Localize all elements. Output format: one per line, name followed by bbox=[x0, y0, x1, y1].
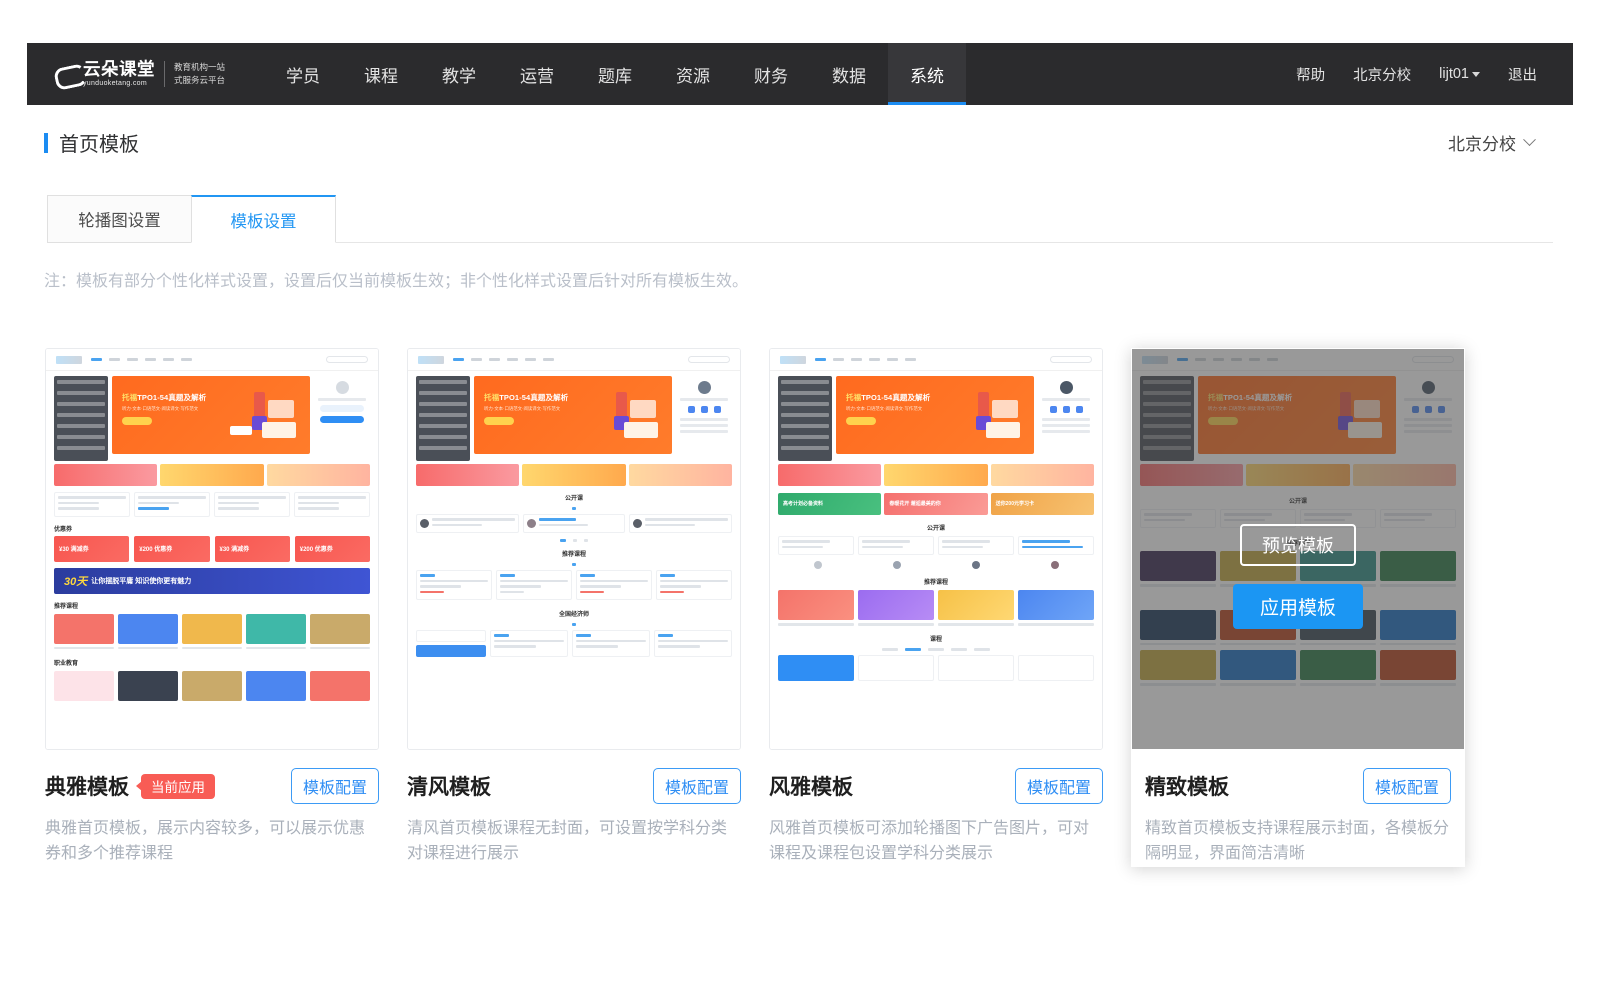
template-config-button[interactable]: 模板配置 bbox=[1015, 768, 1103, 804]
template-card-fengya[interactable]: 托福TPO1-54真题及解析 听力·文本·口语范文·阅读译文·写作范文 bbox=[769, 348, 1103, 867]
template-card-dianya[interactable]: 托福TPO1-54真题及解析 听力·文本·口语范文·阅读译文·写作范文 bbox=[45, 348, 379, 867]
thumb-hero-banner: 托福TPO1-54真题及解析 听力·文本·口语范文·阅读译文·写作范文 bbox=[112, 376, 310, 454]
thumb-section-open-class: 公开课 bbox=[408, 493, 740, 502]
user-menu[interactable]: lijt01 bbox=[1439, 66, 1480, 82]
thumb-ad-banner: 春暖花开 邂逅最美的你 bbox=[884, 493, 987, 515]
template-card-jingzhi[interactable]: 托福TPO1-54真题及解析 听力·文本·口语范文·阅读译文·写作范文 bbox=[1131, 348, 1465, 867]
thumb-section-recommended: 推荐课程 bbox=[770, 577, 1102, 586]
nav-item-resources[interactable]: 资源 bbox=[654, 43, 732, 105]
brand-logo[interactable]: 云朵课堂 yunduoketang.com 教育机构一站 式服务云平台 bbox=[27, 43, 242, 105]
chevron-down-icon bbox=[1472, 72, 1480, 77]
chevron-down-icon bbox=[1523, 133, 1536, 146]
apply-template-button[interactable]: 应用模板 bbox=[1233, 584, 1363, 629]
nav-item-data[interactable]: 数据 bbox=[810, 43, 888, 105]
thumb-search-box bbox=[326, 356, 368, 363]
tab-carousel-settings[interactable]: 轮播图设置 bbox=[47, 195, 192, 243]
template-card-qingfeng[interactable]: 托福TPO1-54真题及解析 听力·文本·口语范文·阅读译文·写作范文 bbox=[407, 348, 741, 867]
thumb-section-open-class: 公开课 bbox=[770, 523, 1102, 532]
nav-item-teaching[interactable]: 教学 bbox=[420, 43, 498, 105]
tab-bar: 轮播图设置 模板设置 bbox=[47, 195, 336, 243]
card-title: 典雅模板 bbox=[45, 771, 129, 801]
card-title: 风雅模板 bbox=[769, 771, 853, 801]
logo-chinese-name: 云朵课堂 bbox=[83, 61, 155, 79]
card-description: 精致首页模板支持课程展示封面，各模板分隔明显，界面简洁清晰 bbox=[1145, 817, 1451, 867]
preview-template-button[interactable]: 预览模板 bbox=[1240, 524, 1356, 566]
thumb-site-header bbox=[408, 349, 740, 371]
template-thumbnail-qingfeng[interactable]: 托福TPO1-54真题及解析 听力·文本·口语范文·阅读译文·写作范文 bbox=[407, 348, 741, 750]
thumb-hero-banner: 托福TPO1-54真题及解析 听力·文本·口语范文·阅读译文·写作范文 bbox=[474, 376, 672, 454]
template-thumbnail-fengya[interactable]: 托福TPO1-54真题及解析 听力·文本·口语范文·阅读译文·写作范文 bbox=[769, 348, 1103, 750]
nav-item-system[interactable]: 系统 bbox=[888, 43, 966, 105]
card-title: 清风模板 bbox=[407, 771, 491, 801]
settings-note: 注：模板有部分个性化样式设置，设置后仅当前模板生效；非个性化样式设置后针对所有模… bbox=[44, 267, 748, 291]
nav-item-courses[interactable]: 课程 bbox=[342, 43, 420, 105]
top-nav-right-group: 帮助 北京分校 lijt01 退出 bbox=[1296, 43, 1573, 105]
thumb-site-header bbox=[46, 349, 378, 371]
template-config-button[interactable]: 模板配置 bbox=[291, 768, 379, 804]
card-title: 精致模板 bbox=[1145, 771, 1229, 801]
template-card-grid: 托福TPO1-54真题及解析 听力·文本·口语范文·阅读译文·写作范文 bbox=[45, 348, 1465, 867]
thumb-site-header bbox=[770, 349, 1102, 371]
card-description: 典雅首页模板，展示内容较多，可以展示优惠券和多个推荐课程 bbox=[45, 817, 379, 867]
thumb-coupon: ¥200 优惠券 bbox=[134, 536, 209, 562]
thumb-ad-banner: 送你200元学习卡 bbox=[991, 493, 1094, 515]
thumb-ad-banner: 高考计划必备资料 bbox=[778, 493, 881, 515]
logo-divider bbox=[164, 61, 165, 87]
template-config-button[interactable]: 模板配置 bbox=[1363, 768, 1451, 804]
title-accent-bar bbox=[44, 133, 48, 153]
template-thumbnail-jingzhi[interactable]: 托福TPO1-54真题及解析 听力·文本·口语范文·阅读译文·写作范文 bbox=[1131, 348, 1465, 750]
branch-selector-value: 北京分校 bbox=[1448, 130, 1516, 155]
page-title-row: 首页模板 bbox=[44, 128, 139, 157]
branch-selector-dropdown[interactable]: 北京分校 bbox=[1448, 130, 1534, 155]
thumb-logo bbox=[780, 356, 806, 364]
card-description: 风雅首页模板可添加轮播图下广告图片，可对课程及课程包设置学科分类展示 bbox=[769, 817, 1103, 867]
thumb-logo bbox=[418, 356, 444, 364]
thumb-hero-banner: 托福TPO1-54真题及解析 听力·文本·口语范文·阅读译文·写作范文 bbox=[836, 376, 1034, 454]
nav-item-finance[interactable]: 财务 bbox=[732, 43, 810, 105]
thumb-section-course: 课程 bbox=[770, 634, 1102, 643]
branch-label[interactable]: 北京分校 bbox=[1353, 64, 1411, 85]
thumb-logo bbox=[56, 356, 82, 364]
nav-item-question-bank[interactable]: 题库 bbox=[576, 43, 654, 105]
help-link[interactable]: 帮助 bbox=[1296, 64, 1325, 85]
tab-template-settings[interactable]: 模板设置 bbox=[191, 195, 336, 243]
thumb-search-box bbox=[688, 356, 730, 363]
template-thumbnail-dianya[interactable]: 托福TPO1-54真题及解析 听力·文本·口语范文·阅读译文·写作范文 bbox=[45, 348, 379, 750]
logo-tagline-line2: 式服务云平台 bbox=[174, 74, 225, 87]
card-description: 清风首页模板课程无封面，可设置按学科分类对课程进行展示 bbox=[407, 817, 741, 867]
page-root: 云朵课堂 yunduoketang.com 教育机构一站 式服务云平台 学员 课… bbox=[0, 0, 1600, 990]
thumb-coupon: ¥30 满减券 bbox=[54, 536, 129, 562]
cloud-icon bbox=[55, 64, 81, 84]
nav-item-operations[interactable]: 运营 bbox=[498, 43, 576, 105]
thumb-section-economist: 全国经济师 bbox=[408, 609, 740, 618]
logout-link[interactable]: 退出 bbox=[1508, 64, 1537, 85]
thumb-section-vocational: 职业教育 bbox=[46, 658, 378, 667]
status-badge-current: 当前应用 bbox=[141, 774, 215, 799]
user-name: lijt01 bbox=[1439, 66, 1469, 82]
thumb-coupon: ¥200 优惠券 bbox=[295, 536, 370, 562]
thumb-section-coupons: 优惠券 bbox=[46, 524, 378, 533]
template-config-button[interactable]: 模板配置 bbox=[653, 768, 741, 804]
page-title: 首页模板 bbox=[59, 128, 139, 157]
thumb-section-recommended: 推荐课程 bbox=[46, 601, 378, 610]
logo-domain: yunduoketang.com bbox=[83, 80, 155, 87]
top-navigation-bar: 云朵课堂 yunduoketang.com 教育机构一站 式服务云平台 学员 课… bbox=[27, 43, 1573, 105]
logo-tagline-line1: 教育机构一站 bbox=[174, 61, 225, 74]
thumb-section-recommended: 推荐课程 bbox=[408, 549, 740, 558]
thumb-promo-banner: 30天让你摆脱平庸 知识使你更有魅力 bbox=[54, 568, 370, 594]
thumb-search-box bbox=[1050, 356, 1092, 363]
thumb-coupon: ¥30 满减券 bbox=[215, 536, 290, 562]
nav-item-students[interactable]: 学员 bbox=[264, 43, 342, 105]
main-nav-items: 学员 课程 教学 运营 题库 资源 财务 数据 系统 bbox=[264, 43, 966, 105]
